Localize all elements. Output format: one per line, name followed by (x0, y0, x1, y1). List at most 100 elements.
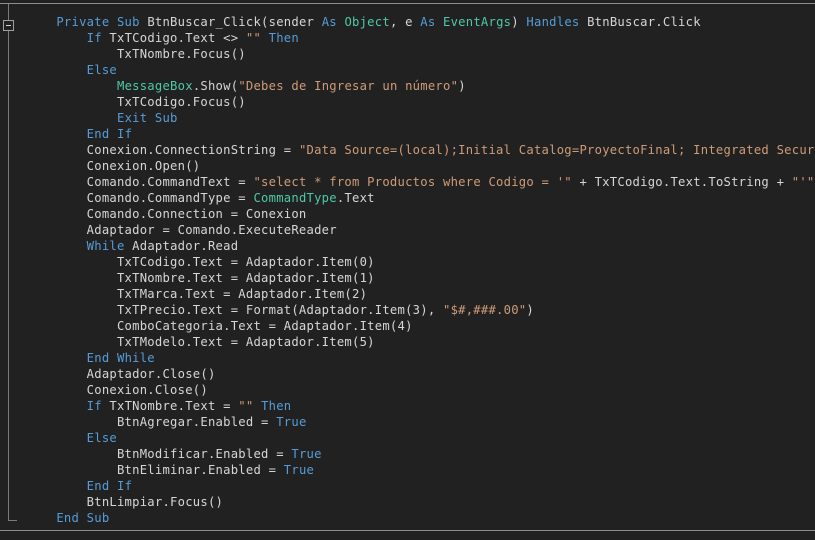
code-token-kw: Then (261, 399, 292, 413)
collapse-minus-icon[interactable] (3, 20, 14, 31)
code-token-pln (261, 31, 269, 45)
code-token-pln: BtnBuscar.Click (587, 15, 701, 29)
code-token-pln: TxTMarca.Text = Adaptador.Item(2) (26, 287, 368, 301)
code-token-str: "" (245, 31, 262, 45)
code-token-pln: TxTCodigo.Text = Adaptador.Item(0) (26, 255, 375, 269)
code-token-pln (26, 431, 87, 445)
code-token-kw: Private Sub (56, 15, 148, 29)
minus-glyph (6, 25, 11, 26)
code-line[interactable]: End If (26, 126, 815, 142)
editor-bottom-rule (0, 530, 815, 531)
code-line[interactable]: MessageBox.Show("Debes de Ingresar un nú… (26, 78, 815, 94)
code-editor[interactable]: Private Sub BtnBuscar_Click(sender As Ob… (0, 0, 815, 540)
code-line[interactable]: Exit Sub (26, 110, 815, 126)
fold-region-line (8, 4, 9, 520)
code-line[interactable]: Adaptador.Close() (26, 366, 815, 382)
code-line[interactable]: End Sub (26, 510, 815, 526)
code-line[interactable]: BtnAgregar.Enabled = True (26, 414, 815, 430)
code-token-pln: TxTModelo.Text = Adaptador.Item(5) (26, 335, 375, 349)
code-token-pln: Adaptador = Comando.ExecuteReader (26, 223, 337, 237)
code-line[interactable]: Conexion.ConnectionString = "Data Source… (26, 142, 815, 158)
code-line[interactable]: TxTPrecio.Text = Format(Adaptador.Item(3… (26, 302, 815, 318)
code-token-kw: Then (268, 31, 299, 45)
code-line[interactable]: TxTModelo.Text = Adaptador.Item(5) (26, 334, 815, 350)
code-token-kw: Exit Sub (116, 111, 178, 125)
code-line[interactable]: Adaptador = Comando.ExecuteReader (26, 222, 815, 238)
code-token-pln (26, 15, 56, 29)
code-line[interactable]: BtnLimpiar.Focus() (26, 494, 815, 510)
code-line[interactable]: BtnModificar.Enabled = True (26, 446, 815, 462)
code-token-pln: Comando.Connection = Conexion (26, 207, 307, 221)
code-token-kw: True (276, 415, 307, 429)
code-line[interactable]: TxTNombre.Focus() (26, 46, 815, 62)
code-token-pln (26, 351, 87, 365)
code-token-pln: .Text (336, 191, 375, 205)
code-token-kw: True (283, 463, 315, 477)
code-line[interactable]: If TxTCodigo.Text <> "" Then (26, 30, 815, 46)
code-token-pln: BtnAgregar.Enabled = (26, 415, 277, 429)
code-token-pln: TxTCodigo.Text <> (109, 31, 246, 45)
code-token-pln: ComboCategoria.Text = Adaptador.Item(4) (26, 319, 413, 333)
code-line[interactable]: ComboCategoria.Text = Adaptador.Item(4) (26, 318, 815, 334)
code-line[interactable]: Comando.Connection = Conexion (26, 206, 815, 222)
code-token-kw: Handles (526, 15, 588, 29)
code-token-pln: Conexion.Close() (26, 383, 208, 397)
code-token-pln: TxTPrecio.Text = Format(Adaptador.Item(3… (26, 303, 443, 317)
code-token-kw: End If (86, 127, 133, 141)
code-line[interactable]: Conexion.Open() (26, 158, 815, 174)
code-token-pln (26, 239, 87, 253)
code-line[interactable]: Else (26, 430, 815, 446)
code-line[interactable]: Comando.CommandText = "select * from Pro… (26, 174, 815, 190)
code-token-pln (26, 111, 117, 125)
code-line[interactable]: TxTCodigo.Focus() (26, 94, 815, 110)
code-token-pln (26, 127, 87, 141)
code-token-pln: TxTNombre.Text = Adaptador.Item(1) (26, 271, 375, 285)
code-token-kw: Else (86, 431, 117, 445)
code-line[interactable]: End If (26, 478, 815, 494)
code-token-kw: If (86, 31, 110, 45)
code-token-str: "" (238, 399, 254, 413)
code-line[interactable]: TxTCodigo.Text = Adaptador.Item(0) (26, 254, 815, 270)
code-line[interactable]: End While (26, 350, 815, 366)
code-token-kw: If (86, 399, 110, 413)
code-token-pln: BtnModificar.Enabled = (26, 447, 292, 461)
code-token-pln: TxTCodigo.Focus() (26, 95, 246, 109)
code-token-pln: Conexion.Open() (26, 159, 201, 173)
code-token-pln (26, 399, 87, 413)
code-token-pln: TxTNombre.Text = (109, 399, 239, 413)
code-token-pln: BtnEliminar.Enabled = (26, 463, 284, 477)
code-token-pln: TxTNombre.Focus() (26, 47, 246, 61)
code-text-area[interactable]: Private Sub BtnBuscar_Click(sender As Ob… (26, 14, 815, 526)
code-line[interactable]: If TxTNombre.Text = "" Then (26, 398, 815, 414)
code-token-kw: As (420, 15, 444, 29)
code-token-pln: Adaptador.Read (132, 239, 239, 253)
code-token-str: "Debes de Ingresar un número" (238, 79, 459, 93)
code-token-pln: Adaptador.Close() (26, 367, 216, 381)
code-line[interactable]: BtnEliminar.Enabled = True (26, 462, 815, 478)
code-token-pln: ) (511, 15, 527, 29)
code-token-str: "select * from Productos where Codigo = … (253, 175, 572, 189)
code-token-typ: EventArgs (443, 15, 512, 29)
code-token-str: "'" (791, 175, 815, 189)
code-token-pln: BtnBuscar_Click(sender (147, 15, 322, 29)
code-line[interactable]: TxTMarca.Text = Adaptador.Item(2) (26, 286, 815, 302)
code-token-kw: End If (86, 479, 133, 493)
code-line[interactable]: TxTNombre.Text = Adaptador.Item(1) (26, 270, 815, 286)
code-token-pln (26, 479, 87, 493)
code-token-typ: MessageBox (116, 79, 193, 93)
code-token-pln: .Show( (192, 79, 239, 93)
code-line[interactable]: Conexion.Close() (26, 382, 815, 398)
code-token-pln: Conexion.ConnectionString = (26, 143, 299, 157)
code-token-pln: Comando.CommandType = (26, 191, 254, 205)
code-folding-gutter[interactable] (0, 0, 26, 540)
code-token-pln: ) (458, 79, 466, 93)
code-line[interactable]: While Adaptador.Read (26, 238, 815, 254)
code-line[interactable]: Comando.CommandType = CommandType.Text (26, 190, 815, 206)
code-token-pln: + TxTCodigo.Text.ToString + (571, 175, 792, 189)
code-token-kw: As (321, 15, 345, 29)
code-token-str: "Data Source=(local);Initial Catalog=Pro… (298, 143, 815, 157)
code-line[interactable]: Private Sub BtnBuscar_Click(sender As Ob… (26, 14, 815, 30)
fold-region-end-tick (8, 520, 17, 521)
editor-top-rule (0, 3, 815, 4)
code-line[interactable]: Else (26, 62, 815, 78)
